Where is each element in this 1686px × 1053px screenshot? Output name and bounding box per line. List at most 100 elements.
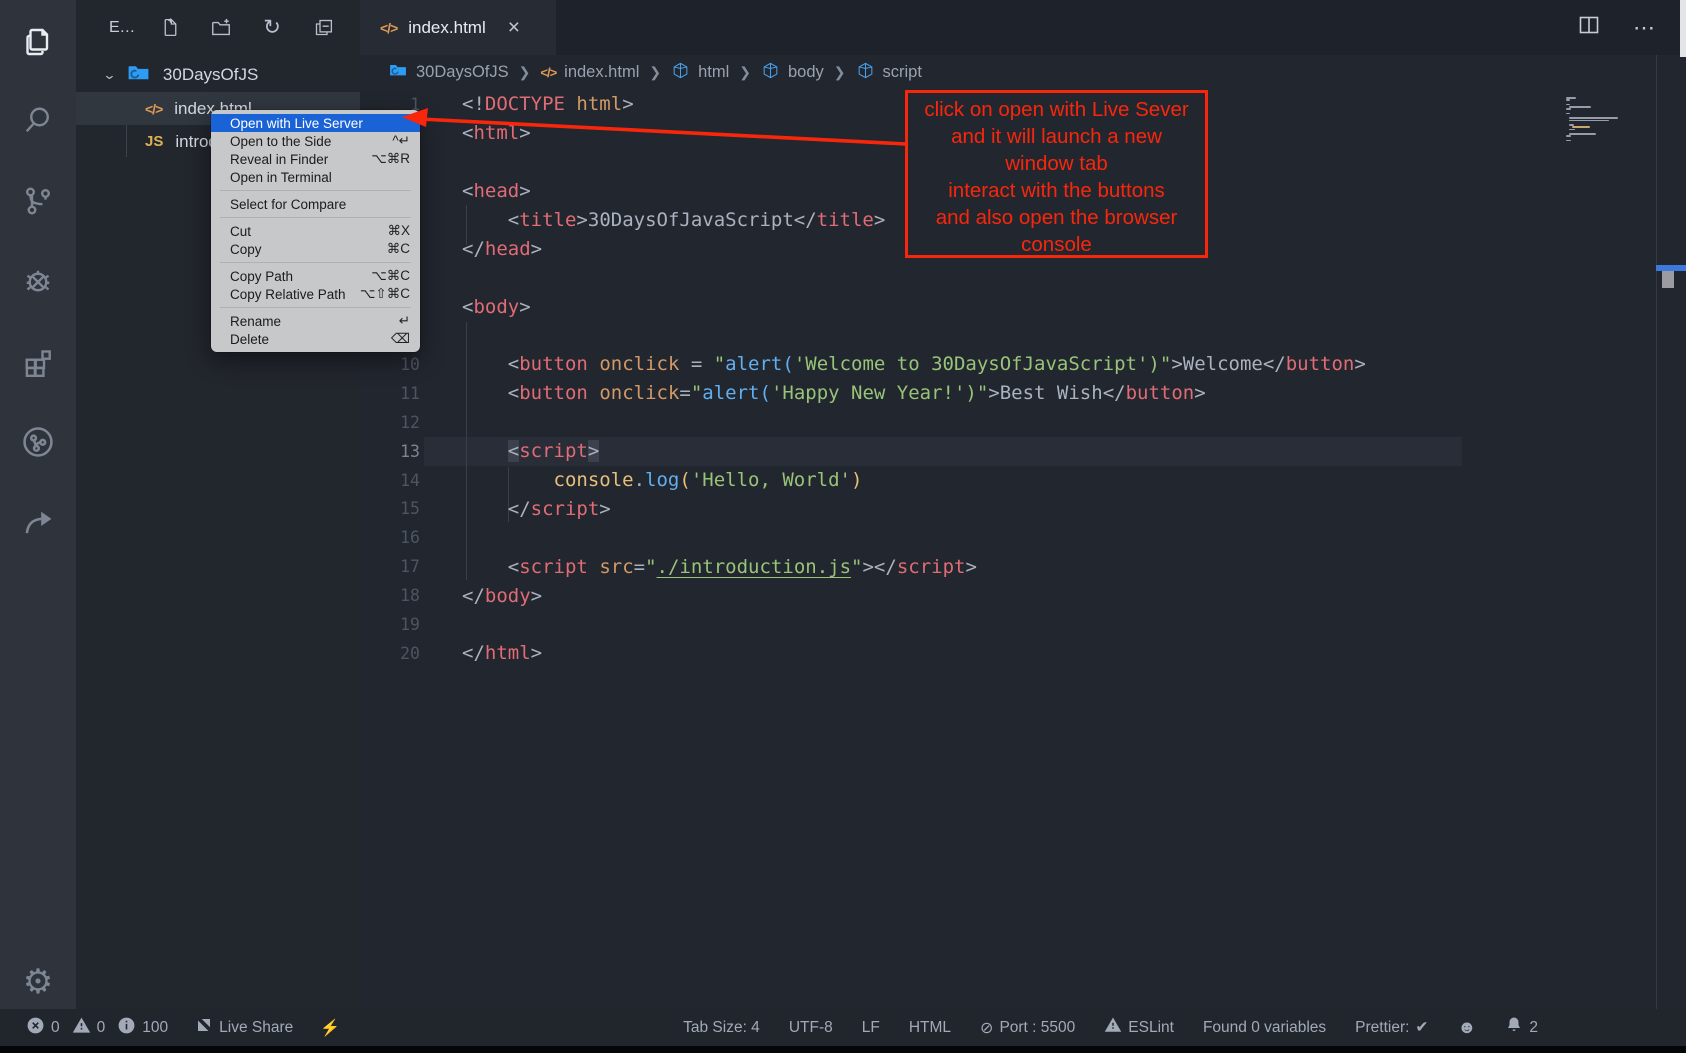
context-menu: Open with Live ServerOpen to the Side^↵R… [211, 110, 420, 352]
variables-status[interactable]: Found 0 variables [1203, 1019, 1326, 1037]
html-file-icon: </> [145, 101, 162, 117]
tab-index-html[interactable]: </> index.html × [360, 0, 556, 55]
live-share-status[interactable]: Live Share [195, 1016, 293, 1039]
share-icon[interactable] [0, 490, 76, 554]
code-line[interactable]: 7 [360, 263, 1686, 292]
encoding-status[interactable]: UTF-8 [789, 1019, 833, 1037]
annotation-line: and it will launch a new [908, 123, 1205, 150]
debug-icon[interactable] [0, 250, 76, 314]
line-number: 13 [360, 442, 420, 461]
refresh-icon[interactable]: ↻ [261, 17, 283, 39]
context-menu-item[interactable]: Open with Live Server [211, 114, 420, 132]
prettier-status[interactable]: Prettier: ✔ [1355, 1018, 1428, 1037]
code-line[interactable]: 13 <script> [360, 437, 1686, 466]
new-file-icon[interactable] [159, 17, 181, 39]
code-line[interactable]: 12 [360, 408, 1686, 437]
feedback-status[interactable]: ☻ [1457, 1017, 1476, 1038]
context-menu-item[interactable]: Rename↵ [211, 312, 420, 330]
breadcrumb: 30DaysOfJS ❯ </> index.html ❯ html ❯ bod… [360, 55, 1686, 90]
menu-item-label: Cut [230, 224, 375, 239]
code-text: <head> [462, 180, 531, 202]
annotation-line: window tab [908, 150, 1205, 177]
split-editor-icon[interactable] [1577, 13, 1601, 42]
extensions-icon[interactable] [0, 330, 76, 394]
code-line[interactable]: 17 <script src="./introduction.js"></scr… [360, 552, 1686, 581]
breadcrumb-item-folder[interactable]: 30DaysOfJS [388, 60, 509, 85]
eol-status[interactable]: LF [862, 1019, 880, 1037]
tab-label: index.html [408, 18, 485, 38]
html-file-icon: </> [380, 20, 397, 36]
vscode-window: ⚙ E... ↻ ⌄ [0, 0, 1686, 1053]
minimap-line [1569, 129, 1575, 131]
code-text: <script src="./introduction.js"></script… [462, 556, 977, 578]
context-menu-item[interactable]: Cut⌘X [211, 222, 420, 240]
line-number: 16 [360, 528, 420, 547]
explorer-icon[interactable] [0, 10, 76, 74]
notifications-status[interactable]: 2 [1505, 1016, 1538, 1039]
code-line[interactable]: 11 <button onclick="alert('Happy New Yea… [360, 379, 1686, 408]
tab-size-status[interactable]: Tab Size: 4 [683, 1019, 760, 1037]
folder-icon [388, 60, 408, 85]
activity-bar: ⚙ [0, 0, 76, 1046]
menu-separator [220, 217, 411, 218]
scrollbar-thumb[interactable] [1662, 271, 1674, 288]
context-menu-item[interactable]: Select for Compare [211, 195, 420, 213]
context-menu-item[interactable]: Open in Terminal [211, 168, 420, 186]
code-line[interactable]: 10 <button onclick = "alert('Welcome to … [360, 350, 1686, 379]
code-text: <title>30DaysOfJavaScript</title> [462, 209, 885, 231]
minimap[interactable] [1566, 97, 1656, 143]
code-line[interactable]: 20</html> [360, 639, 1686, 668]
context-menu-item[interactable]: Copy⌘C [211, 240, 420, 258]
language-status[interactable]: HTML [909, 1019, 951, 1037]
code-line[interactable]: 8<body> [360, 292, 1686, 321]
code-line[interactable]: 9 [360, 321, 1686, 350]
code-line[interactable]: 16 [360, 523, 1686, 552]
context-menu-item[interactable]: Open to the Side^↵ [211, 132, 420, 150]
context-menu-item[interactable]: Copy Path⌥⌘C [211, 267, 420, 285]
code-line[interactable]: 14 console.log('Hello, World') [360, 466, 1686, 495]
more-actions-icon[interactable]: ⋯ [1633, 15, 1656, 41]
circle-branch-icon[interactable] [0, 410, 76, 474]
bolt-status[interactable]: ⚡ [320, 1018, 340, 1038]
breadcrumb-item-html[interactable]: html [671, 61, 729, 85]
close-icon[interactable]: × [508, 17, 520, 38]
line-number: 10 [360, 355, 420, 374]
folder-icon [126, 60, 151, 90]
smiley-icon: ☻ [1457, 1017, 1476, 1038]
overlay-scrollbar [1680, 0, 1686, 57]
code-line[interactable]: 15 </script> [360, 494, 1686, 523]
minimap-line [1569, 117, 1618, 119]
code-text: <script> [462, 440, 599, 462]
annotation-line: click on open with Live Sever [908, 96, 1205, 123]
problems-status[interactable]: 0 0 100 [26, 1016, 168, 1040]
external-link-icon [195, 1016, 213, 1039]
code-line[interactable]: 18</body> [360, 581, 1686, 610]
breadcrumb-separator: ❯ [834, 64, 846, 81]
code-line[interactable]: 19 [360, 610, 1686, 639]
tab-strip: </> index.html × ⋯ [360, 0, 1686, 55]
symbol-cube-icon [761, 61, 780, 85]
annotation-line: and also open the browser [908, 204, 1205, 231]
window-bottom-edge [0, 1046, 1686, 1053]
menu-item-shortcut: ⌥⌘C [371, 268, 410, 284]
code-text: </head> [462, 238, 542, 260]
collapse-all-icon[interactable] [312, 17, 334, 39]
tree-root-30daysofjs[interactable]: ⌄ 30DaysOfJS [76, 58, 360, 91]
breadcrumb-item-body[interactable]: body [761, 61, 824, 85]
eslint-status[interactable]: ESLint [1104, 1016, 1174, 1039]
menu-item-label: Open with Live Server [230, 116, 410, 131]
error-icon [26, 1016, 45, 1040]
search-icon[interactable] [0, 88, 76, 152]
line-number: 18 [360, 586, 420, 605]
new-folder-icon[interactable] [210, 17, 232, 39]
menu-item-label: Copy [230, 242, 375, 257]
breadcrumb-item-script[interactable]: script [856, 61, 922, 85]
context-menu-item[interactable]: Reveal in Finder⌥⌘R [211, 150, 420, 168]
breadcrumb-item-file[interactable]: </> index.html [540, 63, 639, 82]
port-status[interactable]: ⊘ Port : 5500 [980, 1018, 1075, 1038]
context-menu-item[interactable]: Copy Relative Path⌥⇧⌘C [211, 285, 420, 303]
symbol-cube-icon [671, 61, 690, 85]
settings-gear-icon[interactable]: ⚙ [0, 950, 76, 1014]
context-menu-item[interactable]: Delete⌫ [211, 330, 420, 348]
source-control-icon[interactable] [0, 169, 76, 233]
